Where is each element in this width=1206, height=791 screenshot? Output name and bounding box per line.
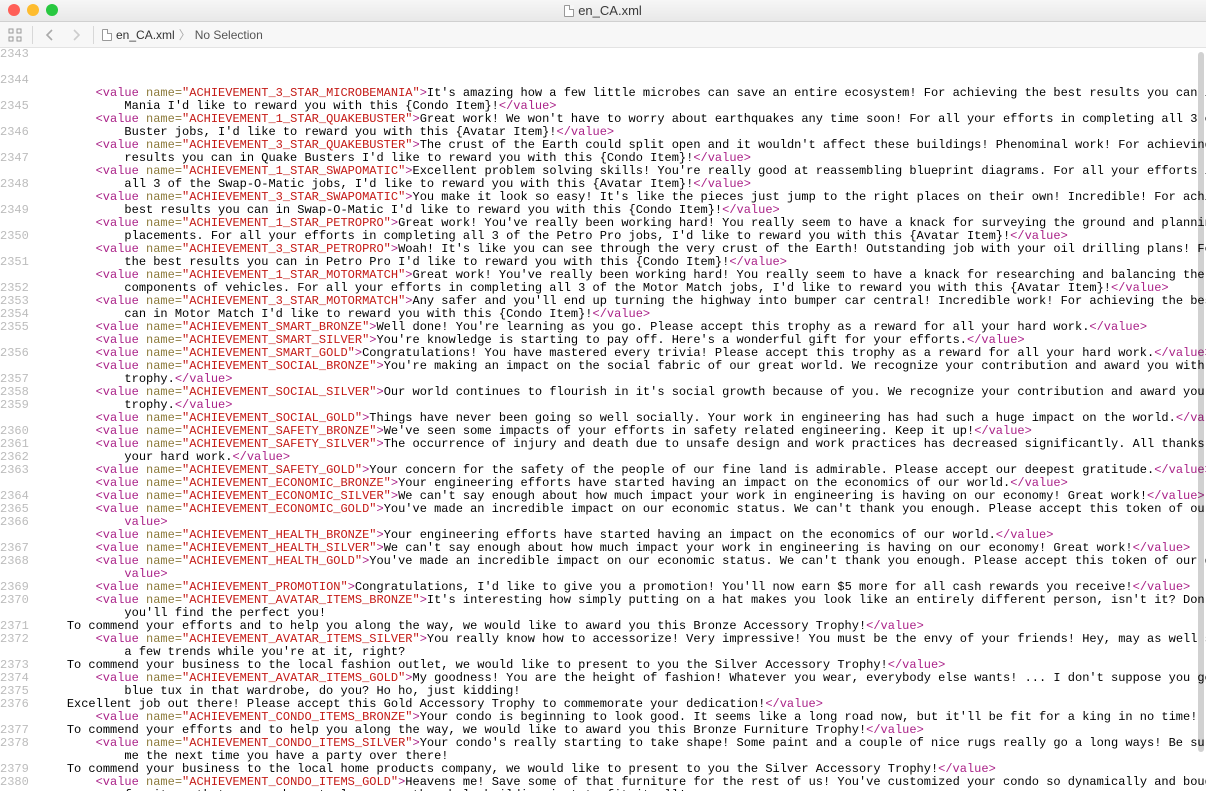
chevron-right-icon: 〉: [179, 26, 191, 43]
back-button[interactable]: [41, 26, 59, 44]
breadcrumb-file[interactable]: en_CA.xml: [116, 28, 175, 42]
scrollbar-thumb[interactable]: [1198, 52, 1204, 752]
separator: [93, 26, 94, 44]
code-editor[interactable]: 2343234423452346234723482349235023512352…: [0, 48, 1206, 791]
document-icon: [102, 29, 112, 41]
toolbar: en_CA.xml 〉 No Selection: [0, 22, 1206, 48]
separator: [32, 26, 33, 44]
minimize-icon[interactable]: [27, 4, 39, 16]
traffic-lights[interactable]: [8, 4, 58, 16]
close-icon[interactable]: [8, 4, 20, 16]
document-icon: [564, 5, 574, 17]
forward-button[interactable]: [67, 26, 85, 44]
line-gutter: 2343234423452346234723482349235023512352…: [0, 48, 34, 789]
breadcrumb[interactable]: en_CA.xml 〉 No Selection: [102, 26, 263, 43]
window-titlebar: en_CA.xml: [0, 0, 1206, 22]
related-items-button[interactable]: [6, 26, 24, 44]
title-text: en_CA.xml: [578, 3, 642, 18]
zoom-icon[interactable]: [46, 4, 58, 16]
window-title: en_CA.xml: [564, 3, 642, 18]
code-content[interactable]: <value name="ACHIEVEMENT_3_STAR_MICROBEM…: [38, 87, 1206, 791]
breadcrumb-selection[interactable]: No Selection: [195, 28, 263, 42]
